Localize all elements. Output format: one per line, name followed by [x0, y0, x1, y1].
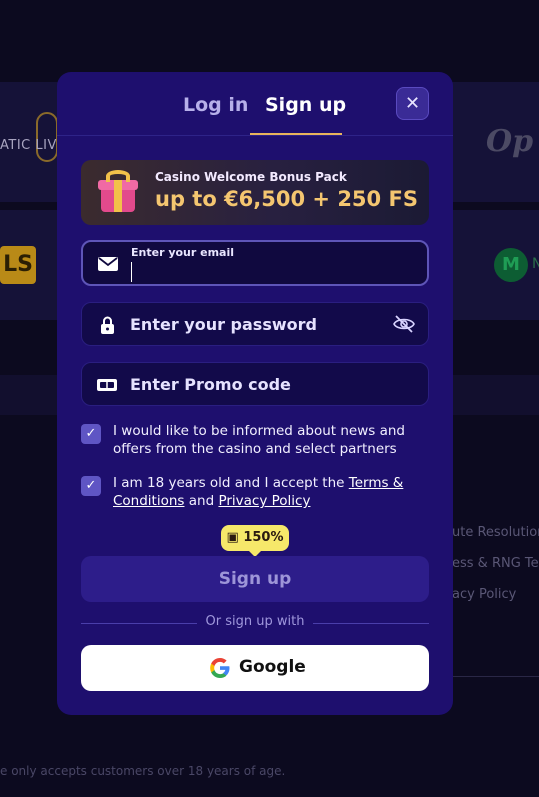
- bonus-percent-text: 150%: [243, 530, 284, 545]
- tab-signup[interactable]: Sign up: [265, 94, 346, 116]
- password-input[interactable]: [130, 303, 380, 345]
- bonus-amount: up to €6,500 + 250 FS: [155, 187, 418, 211]
- promo-code-field[interactable]: [81, 362, 429, 406]
- footer-link-dispute-resolution[interactable]: ute Resolution: [452, 525, 539, 540]
- close-button[interactable]: ✕: [396, 87, 429, 120]
- close-icon: ✕: [404, 93, 421, 114]
- consent-age-and: and: [184, 493, 219, 509]
- bonus-title: Casino Welcome Bonus Pack: [155, 170, 347, 184]
- active-tab-indicator: [250, 133, 342, 135]
- provider-logo-right: Op: [486, 124, 534, 159]
- consent-age-prefix: I am 18 years old and I accept the: [113, 475, 349, 491]
- auth-tabs: Log in Sign up ✕: [57, 72, 453, 136]
- consent-news-checkbox[interactable]: ✓: [81, 424, 101, 444]
- signup-modal: Log in Sign up ✕ Casino Welcome Bonus Pa…: [57, 72, 453, 715]
- email-field-label: Enter your email: [131, 246, 235, 259]
- hide-password-icon[interactable]: [392, 312, 416, 336]
- lock-icon: [101, 316, 114, 334]
- footer-age-notice: e only accepts customers over 18 years o…: [0, 764, 286, 778]
- gift-icon: [97, 170, 139, 214]
- email-field[interactable]: Enter your email: [81, 240, 429, 286]
- google-icon: [210, 658, 230, 678]
- consent-news-text: I would like to be informed about news a…: [113, 423, 406, 457]
- consent-age-text: I am 18 years old and I accept the Terms…: [113, 474, 429, 510]
- google-button-label: Google: [239, 657, 306, 677]
- consent-age-row: ✓ I am 18 years old and I accept the Ter…: [81, 474, 429, 514]
- consent-age-checkbox[interactable]: ✓: [81, 476, 101, 496]
- footer-link-fairness-rng[interactable]: ess & RNG Tes: [452, 556, 539, 571]
- slots-provider-logo: LS: [0, 246, 36, 284]
- footer-divider: [452, 676, 539, 677]
- password-field[interactable]: [81, 302, 429, 346]
- pragmatic-live-logo-icon: [36, 112, 58, 162]
- consent-news-row: ✓ I would like to be informed about news…: [81, 422, 429, 462]
- promo-code-input[interactable]: [130, 363, 380, 405]
- google-signup-button[interactable]: Google: [81, 645, 429, 691]
- ticket-icon: [97, 379, 117, 391]
- tab-login[interactable]: Log in: [183, 94, 248, 116]
- footer-link-privacy-policy[interactable]: acy Policy: [452, 587, 516, 602]
- pragmatic-live-logo-text: ATIC LIV: [0, 138, 57, 153]
- gift-small-icon: ▣: [226, 530, 239, 545]
- welcome-bonus-banner: Casino Welcome Bonus Pack up to €6,500 +…: [81, 160, 429, 225]
- divider-text: Or sign up with: [205, 614, 305, 629]
- privacy-policy-link[interactable]: Privacy Policy: [218, 493, 310, 509]
- microgaming-logo-text: N: [532, 256, 539, 272]
- text-caret: [131, 262, 132, 282]
- envelope-icon: [98, 257, 118, 271]
- microgaming-logo-icon: M: [494, 248, 528, 282]
- signup-button[interactable]: Sign up: [81, 556, 429, 602]
- bonus-percent-badge: ▣ 150%: [221, 525, 289, 557]
- or-divider: Or sign up with: [81, 614, 429, 634]
